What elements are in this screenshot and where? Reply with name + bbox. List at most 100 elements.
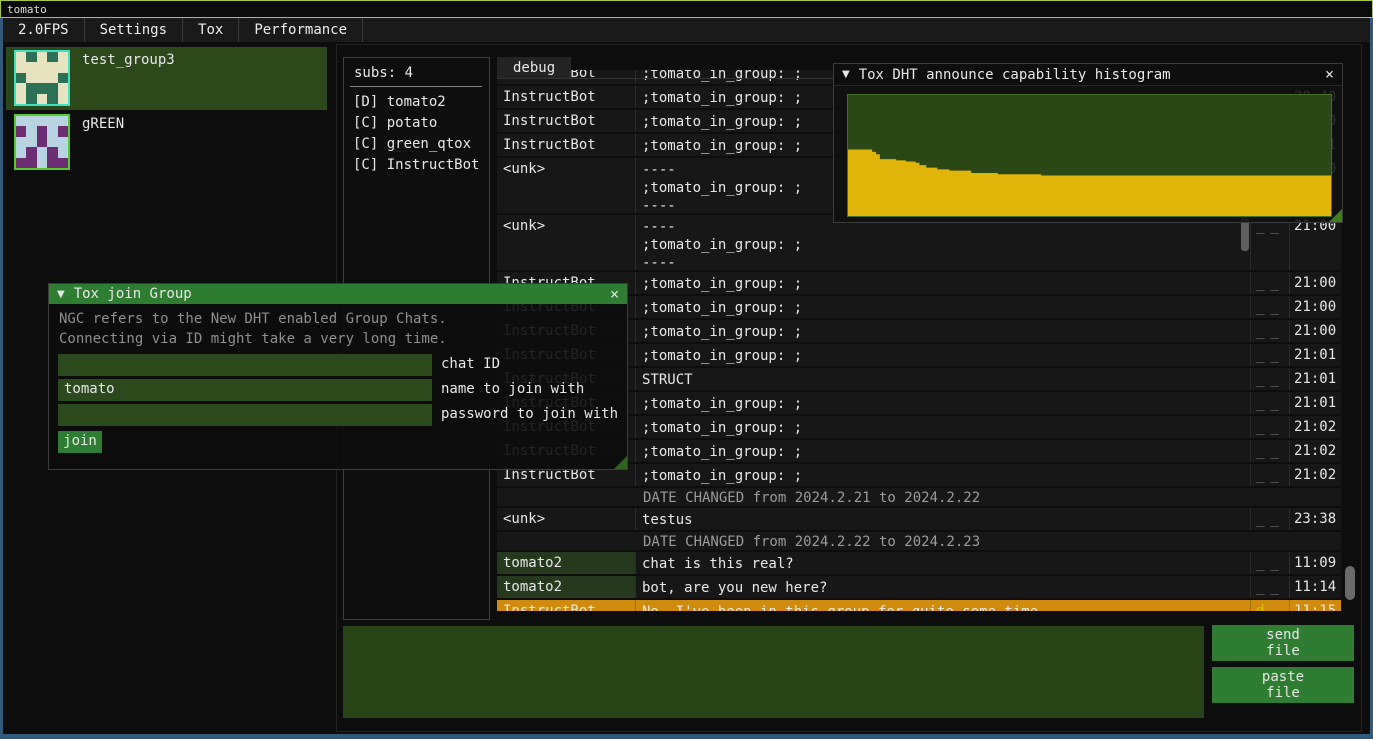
delivery-indicators: d_ — [1251, 600, 1290, 611]
delivery-mark: d — [1256, 603, 1264, 611]
delivery-mark: _ — [1256, 323, 1264, 339]
join-input-password-to-join-with[interactable] — [58, 404, 432, 426]
message-text: ;tomato_in_group: ; — [636, 344, 1251, 366]
avatar-pixel — [16, 137, 26, 147]
delivery-mark: _ — [1256, 555, 1264, 571]
date-changed-row: DATE CHANGED from 2024.2.21 to 2024.2.22 — [497, 488, 1341, 508]
delivery-indicators: __ — [1251, 215, 1290, 270]
avatar-pixel — [26, 62, 36, 72]
message-sender: <unk> — [497, 215, 636, 270]
avatar-pixel — [47, 62, 57, 72]
message-time: 23:38 — [1290, 508, 1339, 530]
message-line: STRUCT — [642, 371, 1250, 389]
message-line: ;tomato_in_group: ; — [642, 323, 1250, 341]
message-sender: InstructBot — [497, 600, 636, 611]
message-time: 11:15 — [1290, 600, 1339, 611]
group-name: gREEN — [82, 116, 124, 132]
delivery-mark: _ — [1256, 579, 1264, 595]
resize-grip-icon[interactable] — [614, 456, 627, 469]
avatar-pixel — [26, 52, 36, 62]
message-row[interactable]: <unk>----;tomato_in_group: ;----__21:00 — [497, 215, 1341, 272]
window-border-left — [0, 18, 3, 739]
avatar-pixel — [16, 147, 26, 157]
group-item-gREEN[interactable]: gREEN — [6, 111, 327, 174]
message-line: ;tomato_in_group: ; — [642, 419, 1250, 437]
dht-histogram-plot — [847, 94, 1332, 217]
message-sender: <unk> — [497, 158, 636, 213]
delivery-indicators: __ — [1251, 508, 1290, 530]
delivery-indicators: __ — [1251, 464, 1290, 486]
join-field-label: chat ID — [441, 356, 500, 372]
message-input[interactable] — [343, 626, 1204, 718]
message-line: ;tomato_in_group: ; — [642, 443, 1250, 461]
tab-debug-label: debug — [513, 60, 555, 76]
message-row[interactable]: <unk> testus__23:38 — [497, 508, 1341, 532]
dht-histogram-title: Tox DHT announce capability histogram — [859, 67, 1171, 83]
join-button[interactable]: join — [58, 431, 102, 453]
avatar-pixel — [26, 137, 36, 147]
message-time: 21:00 — [1290, 320, 1339, 342]
message-text: ----;tomato_in_group: ;---- — [636, 215, 1251, 270]
avatar-pixel — [47, 52, 57, 62]
message-time: 11:14 — [1290, 576, 1339, 598]
send-file-button[interactable]: send file — [1212, 625, 1354, 661]
paste-file-button[interactable]: paste file — [1212, 667, 1354, 703]
avatar-pixel — [26, 73, 36, 83]
message-line: ;tomato_in_group: ; — [642, 347, 1250, 365]
delivery-mark: _ — [1270, 419, 1278, 435]
delivery-mark: _ — [1256, 275, 1264, 291]
avatar-pixel — [26, 126, 36, 136]
message-row[interactable]: tomato2chat is this real?__11:09 — [497, 552, 1341, 576]
avatar-pixel — [16, 116, 26, 126]
group-name: test_group3 — [82, 52, 175, 68]
avatar-pixel — [58, 52, 68, 62]
message-time: 11:09 — [1290, 552, 1339, 574]
join-group-titlebar[interactable]: ▼ Tox join Group × — [49, 284, 627, 304]
message-line: No, I've been in this group for quite so… — [642, 603, 1250, 611]
message-line: ;tomato_in_group: ; — [642, 467, 1250, 485]
message-line: testus — [642, 511, 1250, 529]
window-border-bottom — [0, 734, 1373, 739]
message-sender: <unk> — [497, 508, 636, 530]
avatar-pixel — [37, 116, 47, 126]
avatar-pixel — [47, 137, 57, 147]
message-row[interactable]: InstructBot No, I've been in this group f… — [497, 600, 1341, 611]
delivery-mark: _ — [1270, 603, 1278, 611]
join-field-label: name to join with — [441, 381, 584, 397]
delivery-indicators: __ — [1251, 272, 1290, 294]
avatar-pixel — [16, 94, 26, 104]
join-input-chat-ID[interactable] — [58, 354, 432, 376]
avatar-pixel — [47, 126, 57, 136]
avatar-pixel — [37, 137, 47, 147]
delivery-mark: _ — [1270, 467, 1278, 483]
chat-scrollbar[interactable] — [1345, 566, 1355, 600]
message-text: ;tomato_in_group: ; — [636, 320, 1251, 342]
avatar-pixel — [47, 158, 57, 168]
avatar-pixel — [47, 147, 57, 157]
avatar-pixel — [26, 147, 36, 157]
delivery-mark: _ — [1256, 443, 1264, 459]
tab-debug[interactable]: debug — [497, 57, 571, 79]
close-icon[interactable]: × — [1325, 67, 1334, 82]
delivery-mark: _ — [1270, 299, 1278, 315]
collapse-icon[interactable]: ▼ — [842, 69, 850, 80]
dht-histogram-titlebar[interactable]: ▼ Tox DHT announce capability histogram … — [834, 64, 1342, 86]
collapse-icon[interactable]: ▼ — [57, 289, 65, 300]
message-row[interactable]: tomato2bot, are you new here?__11:14 — [497, 576, 1341, 600]
avatar-pixel — [58, 116, 68, 126]
delivery-indicators: __ — [1251, 296, 1290, 318]
join-input-name-to-join-with[interactable]: tomato — [58, 379, 432, 401]
avatar-pixel — [26, 116, 36, 126]
delivery-mark: _ — [1256, 511, 1264, 527]
group-item-test_group3[interactable]: test_group3 — [6, 47, 327, 110]
resize-grip-icon[interactable] — [1329, 209, 1342, 222]
message-time: 21:01 — [1290, 368, 1339, 390]
avatar-pixel — [37, 94, 47, 104]
delivery-mark: _ — [1256, 299, 1264, 315]
close-icon[interactable]: × — [610, 287, 619, 302]
message-text: ;tomato_in_group: ; — [636, 272, 1251, 294]
avatar-pixel — [47, 116, 57, 126]
delivery-indicators: __ — [1251, 576, 1290, 598]
join-help-line1: NGC refers to the New DHT enabled Group … — [59, 311, 447, 327]
join-field-row: tomato name to join with — [58, 379, 623, 401]
